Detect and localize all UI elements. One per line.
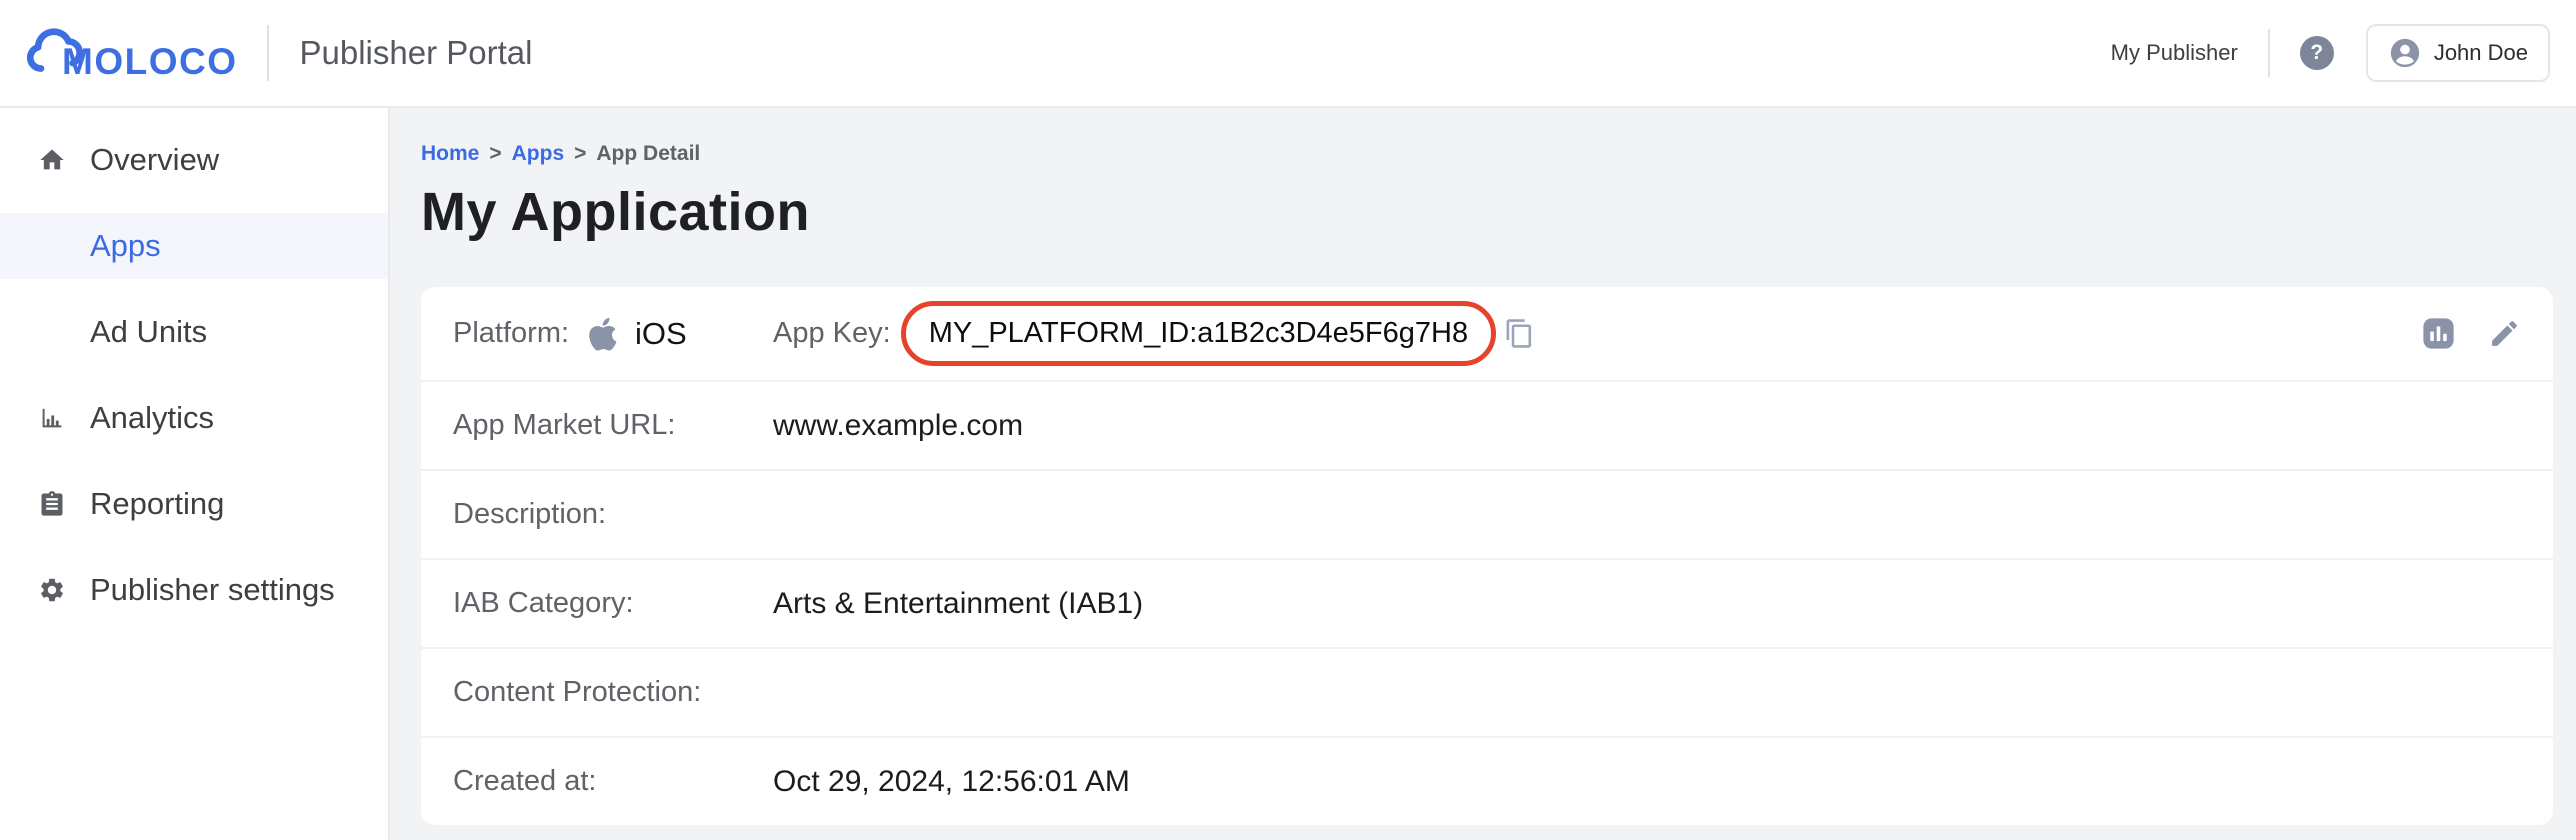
detail-row-iab-category: IAB Category: Arts & Entertainment (IAB1… [421, 558, 2553, 647]
row-label: Created at: [453, 765, 773, 798]
platform-label: Platform: [453, 317, 569, 350]
sidebar-item-label: Publisher settings [90, 572, 335, 608]
publisher-name[interactable]: My Publisher [2111, 40, 2238, 66]
sidebar-item-label: Reporting [90, 486, 224, 522]
question-mark-icon: ? [2310, 36, 2323, 70]
app-detail-card: Platform: iOS App Key: MY_PLATFORM_ID:a1… [421, 287, 2553, 825]
sidebar-item-label: Analytics [90, 400, 214, 436]
app-analytics-button[interactable] [2422, 317, 2455, 350]
header-divider [2268, 29, 2270, 77]
logo-wordmark: MOLOCO [62, 42, 237, 82]
header-divider [267, 25, 269, 81]
platform-cell: Platform: iOS [453, 315, 773, 353]
sidebar: Overview Apps Ad Units Analytics [0, 108, 390, 840]
app-key-value: MY_PLATFORM_ID:a1B2c3D4e5F6g7H8 [929, 317, 1468, 350]
sidebar-item-publisher-settings[interactable]: Publisher settings [0, 557, 388, 623]
sidebar-item-label: Overview [90, 142, 219, 178]
page-title: My Application [421, 180, 2553, 244]
copy-app-key-button[interactable] [1504, 318, 1535, 349]
main-content: Home > Apps > App Detail My Application … [390, 108, 2576, 840]
sidebar-item-label: Ad Units [90, 314, 207, 350]
user-name: John Doe [2434, 40, 2528, 66]
gear-icon [38, 576, 66, 604]
header-right: My Publisher ? John Doe [2111, 24, 2550, 82]
breadcrumb-current: App Detail [596, 142, 700, 166]
help-button[interactable]: ? [2300, 36, 2334, 70]
row-value: www.example.com [773, 409, 1023, 443]
row-value: Arts & Entertainment (IAB1) [773, 587, 1143, 621]
detail-row-app-market-url: App Market URL: www.example.com [421, 380, 2553, 469]
row-label: Description: [453, 498, 773, 531]
row-label: App Market URL: [453, 409, 773, 442]
publisher-portal-window: MOLOCO Publisher Portal My Publisher ? J… [0, 0, 2576, 840]
breadcrumb: Home > Apps > App Detail [421, 142, 2553, 166]
avatar-icon [2388, 36, 2422, 70]
row-value: Oct 29, 2024, 12:56:01 AM [773, 765, 1130, 799]
app-key-label: App Key: [773, 317, 891, 350]
app-header: MOLOCO Publisher Portal My Publisher ? J… [0, 0, 2576, 108]
user-menu-button[interactable]: John Doe [2366, 24, 2550, 82]
copy-icon [1504, 318, 1535, 349]
moloco-logo[interactable]: MOLOCO [26, 25, 237, 82]
apple-icon [585, 315, 623, 353]
bar-chart-icon [38, 404, 66, 432]
breadcrumb-separator: > [574, 142, 586, 166]
pencil-icon [2488, 317, 2521, 350]
row-label: Content Protection: [453, 676, 773, 709]
breadcrumb-home-link[interactable]: Home [421, 142, 479, 166]
breadcrumb-separator: > [489, 142, 501, 166]
detail-row-content-protection: Content Protection: [421, 647, 2553, 736]
detail-row-platform-appkey: Platform: iOS App Key: MY_PLATFORM_ID:a1… [421, 287, 2553, 380]
sidebar-item-analytics[interactable]: Analytics [0, 385, 388, 451]
sidebar-item-label: Apps [90, 228, 161, 264]
detail-row-created-at: Created at: Oct 29, 2024, 12:56:01 AM [421, 736, 2553, 825]
red-highlight-annotation: MY_PLATFORM_ID:a1B2c3D4e5F6g7H8 [901, 301, 1496, 366]
detail-row-description: Description: [421, 469, 2553, 558]
platform-value: iOS [635, 316, 687, 352]
bar-chart-square-icon [2422, 317, 2455, 350]
sidebar-item-apps[interactable]: Apps [0, 213, 388, 279]
sidebar-item-ad-units[interactable]: Ad Units [0, 299, 388, 365]
edit-app-button[interactable] [2488, 317, 2521, 350]
sidebar-item-reporting[interactable]: Reporting [0, 471, 388, 537]
breadcrumb-apps-link[interactable]: Apps [512, 142, 565, 166]
home-icon [38, 146, 66, 174]
row-label: IAB Category: [453, 587, 773, 620]
clipboard-icon [38, 490, 66, 518]
portal-title: Publisher Portal [299, 34, 532, 72]
sidebar-item-overview[interactable]: Overview [0, 127, 388, 193]
